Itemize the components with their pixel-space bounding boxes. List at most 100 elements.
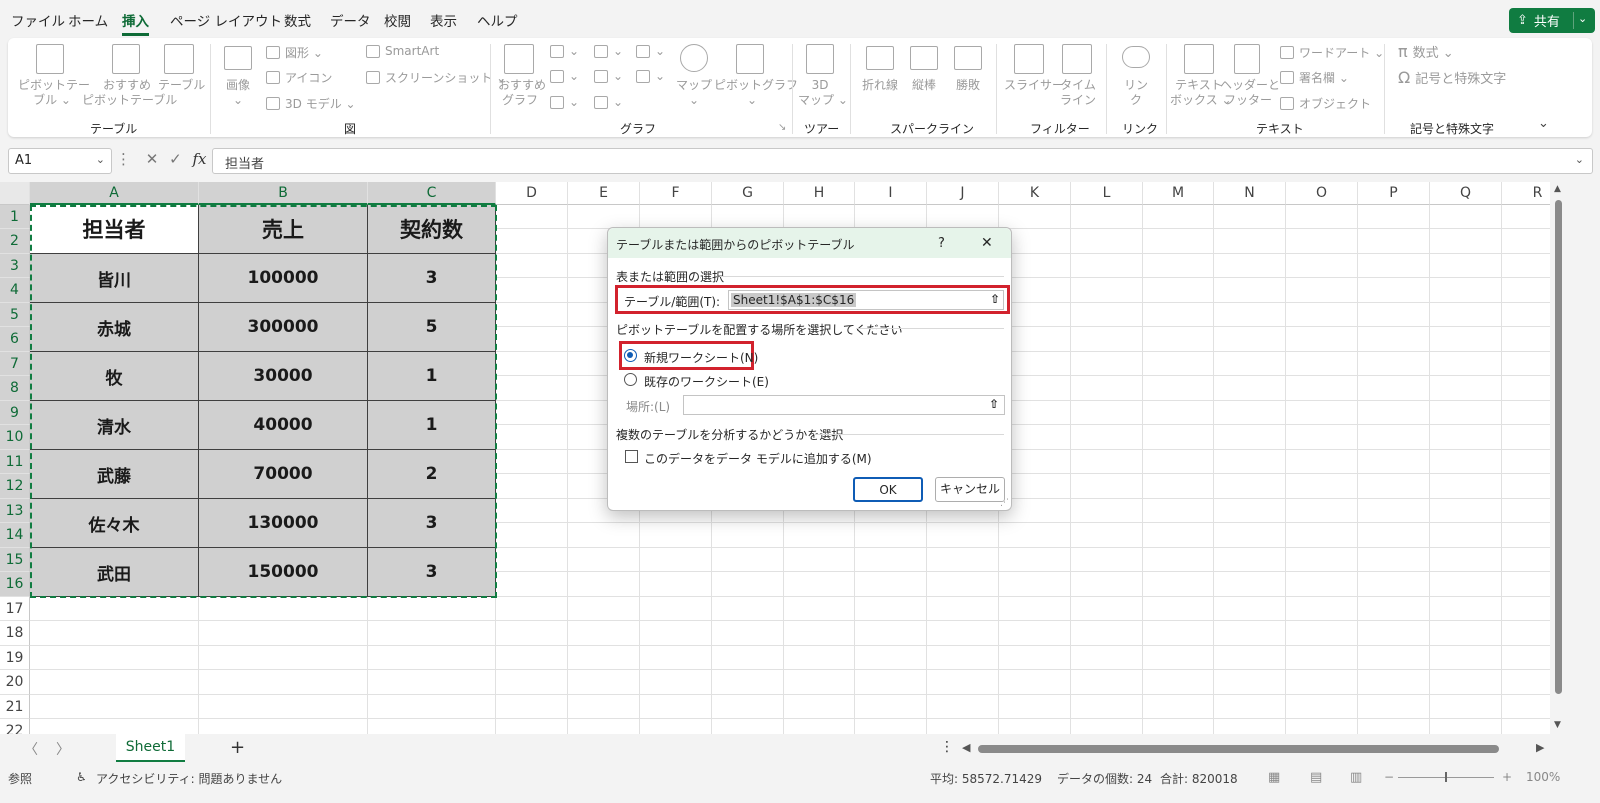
select-all-corner[interactable] (0, 182, 30, 205)
image-button[interactable]: 画像 ⌄ (216, 78, 260, 108)
dialog-launcher-icon[interactable]: ↘ (778, 122, 786, 133)
more-icon[interactable]: ⋮ (116, 150, 131, 168)
header-footer-button[interactable]: ヘッダーと フッター (1220, 78, 1280, 108)
scroll-right-icon[interactable]: ▶ (1536, 741, 1544, 754)
menu-file[interactable]: ファイル (11, 10, 65, 30)
data-model-label[interactable]: このデータをデータ モデルに追加する(M) (644, 450, 872, 467)
slicer-button[interactable]: スライサー (1004, 78, 1064, 93)
table-cell[interactable]: 5 (368, 303, 496, 352)
row-header[interactable]: 22 (0, 719, 30, 734)
statistic-chart-button[interactable]: ⌄ (594, 69, 623, 83)
menu-help[interactable]: ヘルプ (477, 10, 518, 30)
ribbon-collapse-chevron-icon[interactable]: ⌄ (1538, 116, 1549, 131)
row-header[interactable]: 10 (0, 425, 30, 450)
icons-button[interactable]: アイコン (266, 69, 332, 86)
row-header[interactable]: 7 (0, 352, 30, 376)
menu-page-layout[interactable]: ページ レイアウト (170, 10, 282, 30)
sparkline-winloss-button[interactable]: 勝敗 (946, 78, 990, 93)
zoom-level[interactable]: 100% (1526, 770, 1560, 784)
3d-models-button[interactable]: 3D モデル ⌄ (266, 95, 356, 112)
zoom-out-icon[interactable]: − (1384, 770, 1394, 784)
accessibility-icon[interactable]: ♿ (76, 770, 87, 784)
scroll-left-icon[interactable]: ◀ (962, 741, 970, 754)
cancel-icon[interactable]: ✕ (146, 150, 159, 168)
row-header[interactable]: 3 (0, 254, 30, 278)
column-header[interactable]: Q (1430, 182, 1502, 205)
table-cell[interactable]: 3 (368, 254, 496, 303)
close-icon[interactable]: ✕ (981, 235, 993, 251)
chevron-down-icon[interactable]: ⌄ (96, 153, 105, 166)
column-header[interactable]: A (30, 182, 199, 205)
dialog-title-bar[interactable]: テーブルまたは範囲からのピボットテーブル (608, 228, 1011, 258)
row-header[interactable]: 13 (0, 499, 30, 523)
row-header[interactable]: 17 (0, 597, 30, 621)
table-cell[interactable]: 赤城 (30, 303, 199, 352)
menu-data[interactable]: データ (330, 10, 371, 30)
menu-formulas[interactable]: 数式 (284, 10, 311, 30)
collapse-dialog-icon[interactable]: ⇧ (987, 292, 1003, 308)
row-header[interactable]: 19 (0, 646, 30, 670)
chevron-down-icon[interactable]: ⌄ (1575, 153, 1584, 166)
scatter-chart-button[interactable]: ⌄ (594, 95, 623, 109)
hierarchy-chart-button[interactable]: ⌄ (594, 44, 623, 58)
formula-input[interactable]: 担当者 ⌄ (212, 148, 1593, 174)
row-header[interactable]: 6 (0, 327, 30, 352)
recommended-charts-button[interactable]: おすすめ グラフ (498, 78, 546, 108)
table-cell[interactable]: 40000 (199, 401, 368, 450)
column-header[interactable]: D (496, 182, 568, 205)
table-cell[interactable]: 武田 (30, 548, 199, 597)
normal-view-icon[interactable]: ▦ (1268, 770, 1280, 785)
menu-insert[interactable]: 挿入 (122, 10, 149, 36)
resize-grip-icon[interactable]: ⋰ (1000, 498, 1009, 508)
row-header[interactable]: 21 (0, 695, 30, 719)
location-input[interactable]: ⇧ (683, 395, 1005, 415)
table-cell[interactable]: 70000 (199, 450, 368, 499)
table-cell[interactable]: 3 (368, 499, 496, 548)
row-header[interactable]: 8 (0, 376, 30, 401)
timeline-button[interactable]: タイム ライン (1056, 78, 1100, 108)
share-button[interactable]: ⇪ 共有 ⌄ (1509, 8, 1595, 33)
column-header[interactable]: F (640, 182, 712, 205)
table-header-cell[interactable]: 担当者 (30, 205, 199, 254)
table-button[interactable]: テーブル (158, 78, 205, 93)
table-header-cell[interactable]: 売上 (199, 205, 368, 254)
object-button[interactable]: オブジェクト (1280, 95, 1371, 112)
row-header[interactable]: 2 (0, 229, 30, 254)
column-header[interactable]: M (1143, 182, 1214, 205)
column-header[interactable]: K (999, 182, 1071, 205)
column-header[interactable]: R (1502, 182, 1550, 205)
row-header[interactable]: 18 (0, 621, 30, 646)
collapse-dialog-icon[interactable]: ⇧ (986, 397, 1002, 413)
table-cell[interactable]: 1 (368, 352, 496, 401)
column-header[interactable]: B (199, 182, 368, 205)
prev-sheet-icon[interactable]: 〈 (24, 739, 38, 759)
zoom-in-icon[interactable]: + (1502, 770, 1512, 784)
help-icon[interactable]: ? (938, 236, 945, 251)
column-header[interactable]: P (1358, 182, 1430, 205)
row-header[interactable]: 5 (0, 303, 30, 327)
row-header[interactable]: 1 (0, 205, 30, 229)
smartart-button[interactable]: SmartArt (366, 44, 439, 58)
pivotchart-button[interactable]: ピボットグラフ ⌄ (714, 78, 798, 108)
pie-chart-button[interactable]: ⌄ (550, 95, 579, 109)
menu-view[interactable]: 表示 (430, 10, 457, 30)
table-cell[interactable]: 150000 (199, 548, 368, 597)
column-header[interactable]: H (784, 182, 855, 205)
screenshot-button[interactable]: スクリーンショット ⌄ (366, 69, 506, 86)
column-chart-button[interactable]: ⌄ (550, 44, 579, 58)
row-header[interactable]: 4 (0, 278, 30, 303)
table-cell[interactable]: 武藤 (30, 450, 199, 499)
ok-button[interactable]: OK (853, 477, 923, 502)
column-header[interactable]: I (855, 182, 927, 205)
sparkline-line-button[interactable]: 折れ線 (858, 78, 902, 93)
menu-home[interactable]: ホーム (68, 10, 108, 30)
page-break-view-icon[interactable]: ▥ (1350, 770, 1362, 785)
add-sheet-button[interactable]: + (230, 737, 245, 758)
signature-button[interactable]: 署名欄 ⌄ (1280, 69, 1349, 86)
column-header[interactable]: G (712, 182, 784, 205)
existing-worksheet-radio[interactable] (624, 373, 637, 386)
horizontal-scroll-thumb[interactable] (978, 745, 1499, 753)
pivottable-button[interactable]: ピボットテー ブル ⌄ (18, 78, 90, 108)
equation-button[interactable]: π 数式 ⌄ (1398, 42, 1454, 61)
waterfall-chart-button[interactable]: ⌄ (636, 44, 665, 58)
